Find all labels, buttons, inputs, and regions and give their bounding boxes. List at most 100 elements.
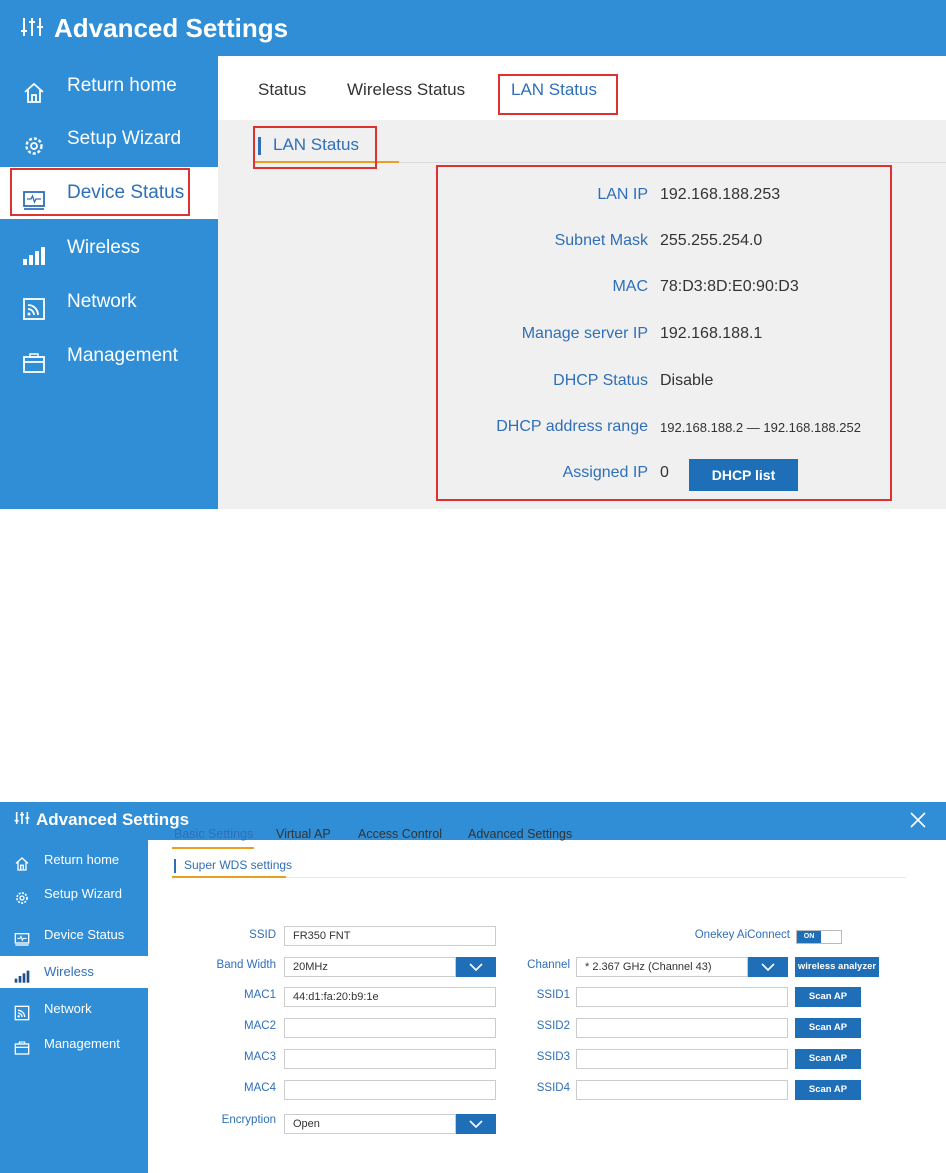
gear-icon bbox=[14, 886, 30, 904]
sidebar-item-network[interactable]: Network bbox=[0, 276, 218, 328]
lan-status-screen: Advanced Settings Return home Setup Wiza… bbox=[0, 0, 946, 509]
sidebar-item-label: Wireless bbox=[44, 964, 94, 979]
monitor-icon bbox=[14, 927, 30, 946]
sidebar-item-label: Return home bbox=[44, 852, 120, 867]
gear-icon bbox=[22, 127, 46, 155]
sidebar-item-label: Wireless bbox=[67, 237, 140, 258]
mac1-input[interactable]: 44:d1:fa:20:b9:1e bbox=[284, 987, 496, 1007]
chevron-down-icon bbox=[748, 963, 788, 981]
chevron-down-icon bbox=[456, 963, 496, 981]
tab-bar: Status Wireless Status LAN Status bbox=[218, 56, 946, 120]
chevron-down-icon bbox=[456, 1120, 496, 1138]
sidebar-item-return-home[interactable]: Return home bbox=[0, 60, 218, 112]
ssid1-label: SSID1 bbox=[536, 989, 570, 1001]
tab-virtual-ap[interactable]: Virtual AP bbox=[276, 827, 331, 841]
sidebar-item-label: Return home bbox=[67, 75, 177, 96]
app-title-text: Advanced Settings bbox=[36, 810, 190, 829]
home-icon bbox=[22, 74, 46, 103]
app-title: Advanced Settings bbox=[20, 10, 288, 48]
active-tab-underline bbox=[172, 847, 254, 849]
wireless-analyzer-button[interactable]: wireless analyzer bbox=[795, 957, 879, 977]
sidebar-item-label: Setup Wizard bbox=[67, 128, 182, 149]
app-title-text: Advanced Settings bbox=[54, 13, 289, 43]
sidebar-item-management[interactable]: Management bbox=[0, 330, 218, 382]
network-icon bbox=[14, 1001, 30, 1021]
mac4-label: MAC4 bbox=[244, 1082, 276, 1094]
sidebar-item-device-status[interactable]: Device Status bbox=[0, 919, 148, 951]
tab-status[interactable]: Status bbox=[258, 80, 306, 100]
toggle-state: ON bbox=[797, 931, 821, 943]
home-icon bbox=[14, 852, 30, 871]
sidebar-item-label: Management bbox=[44, 1036, 120, 1051]
ssid1-input[interactable] bbox=[576, 987, 788, 1007]
scan-ap-button-1[interactable]: Scan AP bbox=[795, 987, 861, 1007]
band-width-dropdown-button[interactable] bbox=[456, 957, 496, 977]
settings-sliders-icon bbox=[20, 12, 44, 48]
sidebar-item-wireless[interactable]: Wireless bbox=[0, 222, 218, 274]
network-icon bbox=[22, 290, 46, 320]
ssid-input[interactable]: FR350 FNT bbox=[284, 926, 496, 946]
content-area: Status Wireless Status LAN Status LAN St… bbox=[218, 56, 946, 509]
band-width-select[interactable]: 20MHz bbox=[284, 957, 456, 977]
tab-access-control[interactable]: Access Control bbox=[358, 827, 442, 841]
scan-ap-button-2[interactable]: Scan AP bbox=[795, 1018, 861, 1038]
sidebar-item-label: Management bbox=[67, 345, 178, 366]
sidebar-item-return-home[interactable]: Return home bbox=[0, 844, 148, 876]
mac2-input[interactable] bbox=[284, 1018, 496, 1038]
section-title-text: Super WDS settings bbox=[184, 858, 293, 872]
close-icon[interactable] bbox=[906, 808, 930, 832]
ssid3-input[interactable] bbox=[576, 1049, 788, 1069]
ssid3-label: SSID3 bbox=[536, 1051, 570, 1063]
app-title: Advanced Settings bbox=[14, 810, 189, 831]
sidebar-item-setup-wizard[interactable]: Setup Wizard bbox=[0, 878, 148, 910]
signal-icon bbox=[14, 964, 30, 983]
sidebar-item-label: Device Status bbox=[44, 927, 125, 942]
sidebar-item-label: Setup Wizard bbox=[44, 886, 123, 901]
mac3-input[interactable] bbox=[284, 1049, 496, 1069]
aiconnect-label: Onekey AiConnect bbox=[694, 929, 790, 941]
highlight-box bbox=[498, 74, 618, 115]
scan-ap-button-4[interactable]: Scan AP bbox=[795, 1080, 861, 1100]
wireless-wds-screen: Advanced Settings Return home Setup Wiza… bbox=[0, 802, 946, 1173]
highlight-box bbox=[253, 126, 377, 169]
tab-basic-settings[interactable]: Basic Settings bbox=[174, 827, 253, 841]
highlight-box bbox=[436, 165, 892, 501]
channel-label: Channel bbox=[527, 959, 570, 971]
sidebar-item-label: Network bbox=[67, 291, 137, 312]
settings-sliders-icon bbox=[14, 810, 30, 831]
section-marker bbox=[174, 859, 176, 873]
sidebar-item-network[interactable]: Network bbox=[0, 993, 148, 1025]
encryption-label: Encryption bbox=[221, 1114, 276, 1126]
tab-advanced-settings[interactable]: Advanced Settings bbox=[468, 827, 572, 841]
mac1-label: MAC1 bbox=[244, 989, 276, 1001]
sidebar: Return home Setup Wizard Device Status W… bbox=[0, 56, 218, 509]
band-width-label: Band Width bbox=[216, 959, 276, 971]
scan-ap-button-3[interactable]: Scan AP bbox=[795, 1049, 861, 1069]
mac4-input[interactable] bbox=[284, 1080, 496, 1100]
tab-wireless-status[interactable]: Wireless Status bbox=[347, 80, 465, 100]
ssid-label: SSID bbox=[249, 929, 276, 941]
toolbox-icon bbox=[14, 1036, 30, 1055]
sidebar-item-management[interactable]: Management bbox=[0, 1028, 148, 1060]
aiconnect-toggle[interactable]: ON bbox=[796, 930, 842, 944]
toolbox-icon bbox=[22, 344, 46, 373]
channel-dropdown-button[interactable] bbox=[748, 957, 788, 977]
mac2-label: MAC2 bbox=[244, 1020, 276, 1032]
ssid2-input[interactable] bbox=[576, 1018, 788, 1038]
ssid4-input[interactable] bbox=[576, 1080, 788, 1100]
section-title: Super WDS settings bbox=[174, 858, 293, 873]
signal-icon bbox=[22, 236, 46, 265]
sidebar-item-wireless[interactable]: Wireless bbox=[0, 956, 148, 988]
ssid4-label: SSID4 bbox=[536, 1082, 570, 1094]
sidebar: Return home Setup Wizard Device Status W… bbox=[0, 840, 148, 1173]
highlight-box bbox=[10, 168, 190, 216]
channel-select[interactable]: * 2.367 GHz (Channel 43) bbox=[576, 957, 748, 977]
sidebar-item-label: Network bbox=[44, 1001, 92, 1016]
mac3-label: MAC3 bbox=[244, 1051, 276, 1063]
section-underline bbox=[172, 876, 286, 878]
header-bar: Advanced Settings bbox=[0, 0, 946, 56]
sidebar-item-setup-wizard[interactable]: Setup Wizard bbox=[0, 113, 218, 165]
encryption-select[interactable]: Open bbox=[284, 1114, 456, 1134]
ssid2-label: SSID2 bbox=[536, 1020, 570, 1032]
encryption-dropdown-button[interactable] bbox=[456, 1114, 496, 1134]
